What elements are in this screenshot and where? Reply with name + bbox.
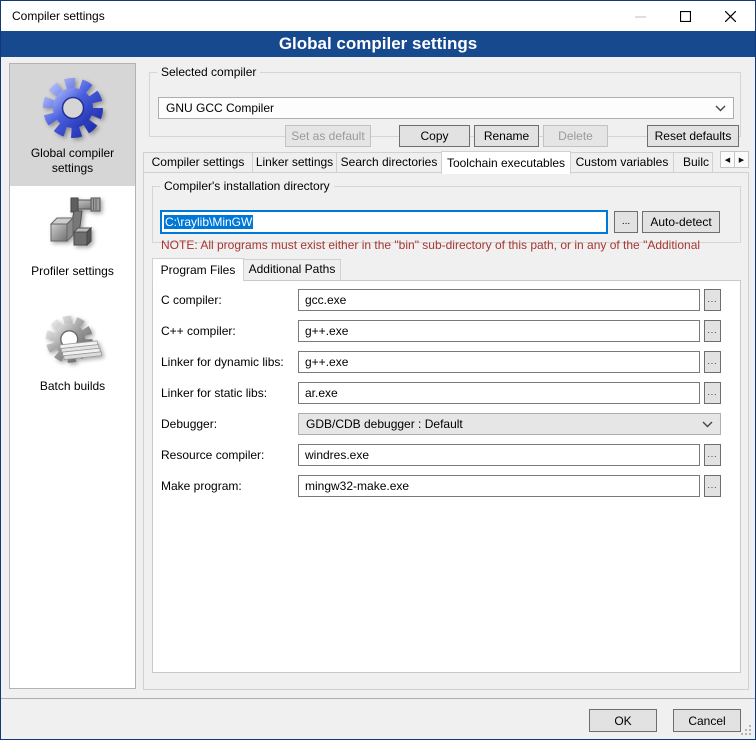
bin-subdirectory-note: NOTE: All programs must exist either in … [161,238,737,252]
main-tabstrip: Compiler settings Linker settings Search… [143,150,749,173]
sidebar-item-global-compiler-settings[interactable]: Global compiler settings [10,64,135,186]
cpp-compiler-browse-button[interactable]: ... [704,320,721,342]
c-compiler-label: C compiler: [161,293,222,307]
dynamic-linker-input[interactable] [298,351,700,373]
sidebar-item-profiler-settings[interactable]: Profiler settings [10,194,135,279]
c-compiler-row: C compiler: ... [153,289,740,311]
caliper-icon [41,194,105,258]
delete-button[interactable]: Delete [543,125,608,147]
ok-button[interactable]: OK [589,709,657,732]
footer-divider [1,698,755,699]
chevron-down-icon [702,421,713,428]
dynamic-linker-row: Linker for dynamic libs: ... [153,351,740,373]
program-files-panel: C compiler: ... C++ compiler: ... Linker… [152,280,741,673]
installation-directory-group: Compiler's installation directory C:\ray… [152,179,741,243]
cpp-compiler-row: C++ compiler: ... [153,320,740,342]
sub-tabstrip: Program Files Additional Paths [152,257,340,280]
installation-directory-input[interactable]: C:\raylib\MinGW [161,211,607,233]
window-controls [618,1,753,31]
close-icon [725,11,736,22]
blue-gear-icon [41,76,105,140]
installation-directory-label: Compiler's installation directory [160,179,334,193]
make-program-row: Make program: ... [153,475,740,497]
c-compiler-browse-button[interactable]: ... [704,289,721,311]
debugger-select[interactable]: GDB/CDB debugger : Default [298,413,721,435]
selected-compiler-group: Selected compiler GNU GCC Compiler Set a… [149,65,741,137]
compiler-select-value: GNU GCC Compiler [166,101,274,115]
static-linker-label: Linker for static libs: [161,386,267,400]
maximize-button[interactable] [663,1,708,31]
arrow-left-icon: ◀ [725,156,730,164]
tab-search-directories[interactable]: Search directories [336,152,442,173]
tab-additional-paths[interactable]: Additional Paths [243,259,341,280]
toolchain-executables-page: Compiler's installation directory C:\ray… [143,172,749,690]
resource-compiler-browse-button[interactable]: ... [704,444,721,466]
window-title: Compiler settings [12,9,105,23]
reset-defaults-button[interactable]: Reset defaults [647,125,739,147]
selected-compiler-group-label: Selected compiler [157,65,260,79]
dynamic-linker-browse-button[interactable]: ... [704,351,721,373]
maximize-icon [680,11,691,22]
tab-custom-variables[interactable]: Custom variables [570,152,674,173]
static-linker-browse-button[interactable]: ... [704,382,721,404]
set-as-default-button[interactable]: Set as default [285,125,371,147]
resource-compiler-label: Resource compiler: [161,448,264,462]
close-button[interactable] [708,1,753,31]
debugger-label: Debugger: [161,417,217,431]
minimize-icon [635,11,646,22]
sidebar-item-label: Global compiler settings [17,146,129,176]
minimize-button[interactable] [618,1,663,31]
compiler-select[interactable]: GNU GCC Compiler [158,97,734,119]
main-panel: Selected compiler GNU GCC Compiler Set a… [143,63,749,691]
debugger-row: Debugger: GDB/CDB debugger : Default [153,413,740,435]
sidebar-item-label: Profiler settings [17,264,129,279]
cpp-compiler-input[interactable] [298,320,700,342]
dynamic-linker-label: Linker for dynamic libs: [161,355,284,369]
rename-button[interactable]: Rename [474,125,539,147]
copy-button[interactable]: Copy [399,125,470,147]
tab-scroll-right-button[interactable]: ▶ [734,151,749,168]
debugger-select-value: GDB/CDB debugger : Default [306,417,463,431]
tab-build-options-clipped[interactable]: Builc [673,152,713,173]
installation-directory-value: C:\raylib\MinGW [164,215,253,229]
browse-directory-button[interactable]: ... [614,211,638,233]
settings-category-sidebar: Global compiler settings [9,63,136,689]
tab-toolchain-executables[interactable]: Toolchain executables [441,151,571,174]
resize-grip[interactable] [742,726,751,735]
static-linker-row: Linker for static libs: ... [153,382,740,404]
auto-detect-button[interactable]: Auto-detect [642,211,720,233]
arrow-right-icon: ▶ [739,156,744,164]
sidebar-item-label: Batch builds [17,379,129,394]
tab-linker-settings[interactable]: Linker settings [252,152,337,173]
c-compiler-input[interactable] [298,289,700,311]
static-linker-input[interactable] [298,382,700,404]
cpp-compiler-label: C++ compiler: [161,324,236,338]
gray-gear-stack-icon [43,313,103,373]
tab-program-files[interactable]: Program Files [152,258,244,281]
make-program-label: Make program: [161,479,242,493]
resource-compiler-input[interactable] [298,444,700,466]
sidebar-item-batch-builds[interactable]: Batch builds [10,313,135,394]
tab-compiler-settings[interactable]: Compiler settings [143,152,253,173]
cancel-button[interactable]: Cancel [673,709,741,732]
make-program-browse-button[interactable]: ... [704,475,721,497]
dialog-banner: Global compiler settings [1,31,755,57]
chevron-down-icon [715,105,726,112]
tab-scroll-left-button[interactable]: ◀ [720,151,735,168]
titlebar: Compiler settings [1,1,755,31]
resource-compiler-row: Resource compiler: ... [153,444,740,466]
tab-scroll-arrows: ◀ ▶ [721,151,749,168]
make-program-input[interactable] [298,475,700,497]
compiler-settings-dialog: Compiler settings Global compiler settin… [0,0,756,740]
